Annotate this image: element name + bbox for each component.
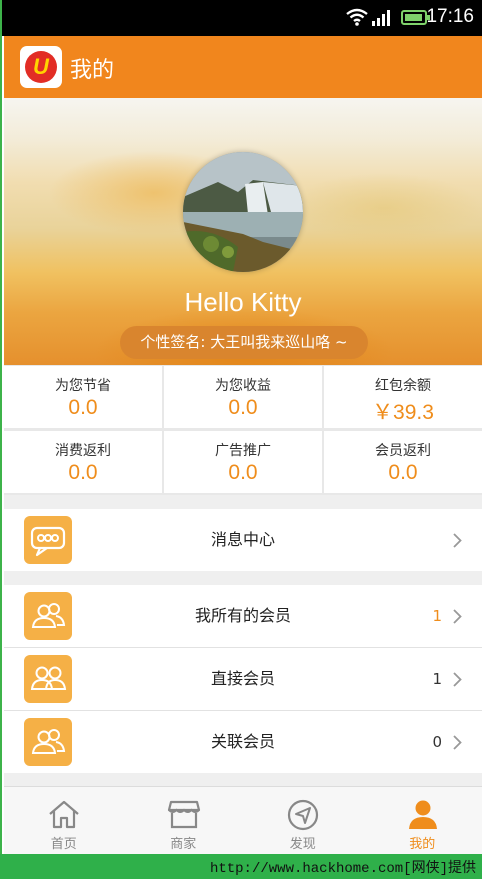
user-icon [408,800,437,829]
status-time: 17:16 [426,6,474,27]
tab-discover[interactable]: 发现 [243,787,363,855]
bottom-tab-bar: 首页 商家 发现 我的 [4,786,482,854]
section-gap [4,772,482,786]
stat-label: 广告推广 [215,443,271,459]
tab-label: 首页 [50,837,77,852]
watermark-bar: http://www.hackhome.com[网侠]提供 [0,854,482,879]
stat-red-packet[interactable]: 红包余额 ￥39.3 [324,366,482,428]
chevron-right-icon [453,672,462,687]
message-center-label: 消息中心 [210,530,275,549]
direct-members-label: 直接会员 [210,669,275,688]
related-members-row[interactable]: 关联会员 0 [4,711,482,773]
stat-ad-promotion[interactable]: 广告推广 0.0 [164,431,322,493]
page-title: 我的 [70,58,115,83]
app-logo: U [20,46,62,88]
chevron-right-icon [453,735,462,750]
stats-grid: 为您节省 0.0 为您收益 0.0 红包余额 ￥39.3 消费返利 0.0 广告… [4,365,482,495]
stat-value: 0.0 [388,461,418,484]
stat-value: ￥39.3 [372,401,434,424]
battery-icon [401,10,430,25]
stat-value: 0.0 [228,396,258,419]
stat-value: 0.0 [228,461,258,484]
logo-letter: U [33,54,49,79]
compass-icon [287,799,319,831]
message-center-row[interactable]: 消息中心 [4,509,482,571]
profile-name: Hello Kitty [184,287,302,317]
watermark-text: http://www.hackhome.com[网侠]提供 [209,861,476,877]
tab-label: 我的 [409,837,436,852]
stat-label: 会员返利 [375,443,431,459]
app-frame: 17:16 U 我的 Hello Kitty 个性签名: 大王叫我来巡山咯 ~ … [0,0,482,879]
stat-label: 消费返利 [55,443,111,459]
stat-label: 为您收益 [215,378,271,394]
all-members-count: 1 [432,607,442,625]
direct-members-count: 1 [432,670,442,688]
avatar[interactable] [183,152,303,272]
direct-members-row[interactable]: 直接会员 1 [4,648,482,710]
tab-mine[interactable]: 我的 [363,787,482,855]
stat-earnings[interactable]: 为您收益 0.0 [164,366,322,428]
stat-label: 为您节省 [55,378,111,394]
tab-label: 商家 [170,837,197,852]
tab-home[interactable]: 首页 [4,787,124,855]
tab-merchants[interactable]: 商家 [124,787,244,855]
tab-label: 发现 [289,837,316,852]
all-members-row[interactable]: 我所有的会员 1 [4,585,482,647]
stat-value: 0.0 [68,461,98,484]
related-members-count: 0 [432,733,442,751]
signal-icon [372,10,390,26]
app-header: U 我的 [4,36,482,98]
stat-member-rebate[interactable]: 会员返利 0.0 [324,431,482,493]
chevron-right-icon [453,533,462,548]
wifi-icon [346,8,368,26]
stat-label: 红包余额 [375,378,431,394]
stat-value: 0.0 [68,396,98,419]
section-gap [4,571,482,585]
status-bar: 17:16 [2,0,482,36]
home-icon [49,800,79,829]
chevron-right-icon [453,609,462,624]
profile-banner: Hello Kitty 个性签名: 大王叫我来巡山咯 ~ [4,98,482,365]
shop-icon [167,800,200,829]
section-gap [4,495,482,509]
all-members-label: 我所有的会员 [194,606,291,625]
stat-rebate[interactable]: 消费返利 0.0 [4,431,162,493]
related-members-label: 关联会员 [210,732,275,751]
profile-signature[interactable]: 个性签名: 大王叫我来巡山咯 ~ [120,326,368,359]
stat-savings[interactable]: 为您节省 0.0 [4,366,162,428]
